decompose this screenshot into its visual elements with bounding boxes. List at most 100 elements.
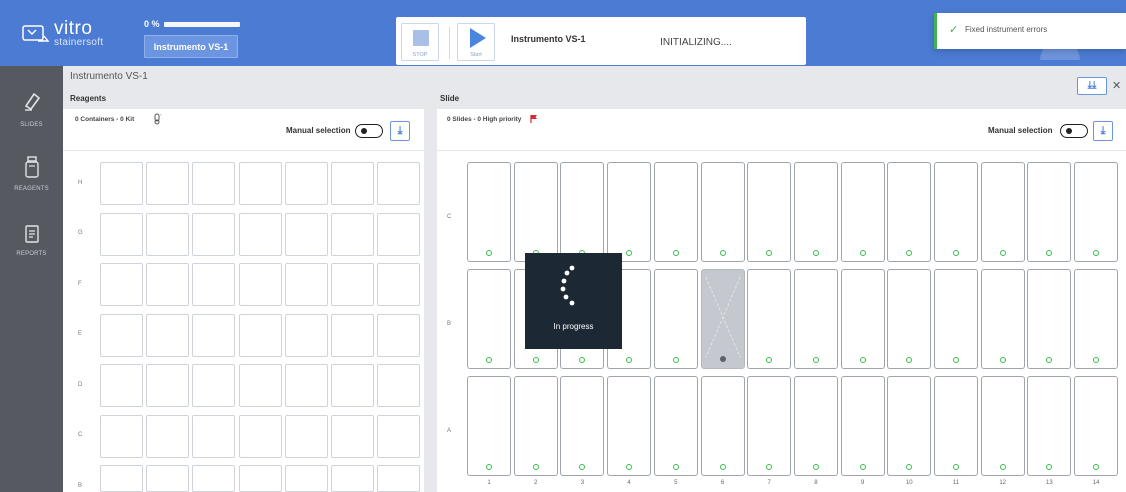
slides-download-button[interactable]: ⤓	[1093, 121, 1113, 141]
reagent-slot[interactable]	[377, 212, 421, 256]
reagent-slot[interactable]	[331, 212, 374, 256]
slides-manual-selection-toggle[interactable]	[1060, 124, 1088, 138]
slide-slot[interactable]	[560, 162, 605, 262]
slide-slot[interactable]	[840, 269, 885, 369]
slide-slot[interactable]	[700, 376, 745, 476]
slide-slot[interactable]	[653, 162, 698, 262]
reagent-slot[interactable]	[377, 162, 421, 205]
reagent-slot[interactable]	[377, 364, 421, 407]
reagent-slot[interactable]	[146, 465, 190, 492]
reagent-slot[interactable]	[100, 263, 143, 306]
slide-slot[interactable]	[934, 376, 978, 476]
slide-slot-disabled[interactable]	[700, 269, 745, 369]
reagent-slot[interactable]	[284, 414, 328, 458]
reagent-slot[interactable]	[331, 364, 374, 407]
slide-slot[interactable]	[887, 376, 932, 476]
reagent-slot[interactable]	[377, 263, 421, 306]
reagent-slot[interactable]	[192, 313, 236, 357]
reagent-slot[interactable]	[238, 465, 282, 492]
reagent-slot[interactable]	[238, 162, 282, 205]
slide-slot[interactable]	[1027, 269, 1072, 369]
reagent-slot[interactable]	[331, 162, 374, 205]
slide-slot[interactable]	[467, 162, 511, 262]
reagent-slot[interactable]	[238, 212, 282, 256]
reagent-slot[interactable]	[146, 212, 190, 256]
slide-slot[interactable]	[1074, 162, 1119, 262]
reagent-slot[interactable]	[331, 414, 374, 458]
slide-slot[interactable]	[467, 376, 511, 476]
slide-slot[interactable]	[700, 162, 745, 262]
slide-slot[interactable]	[747, 269, 792, 369]
start-button[interactable]: Start	[457, 23, 495, 61]
reagent-slot[interactable]	[192, 364, 236, 407]
reagent-slot[interactable]	[284, 364, 328, 407]
reagent-slot[interactable]	[377, 465, 421, 492]
reagent-slot[interactable]	[146, 162, 190, 205]
reagent-slot[interactable]	[146, 364, 190, 407]
slide-slot[interactable]	[513, 162, 558, 262]
reagent-slot[interactable]	[146, 263, 190, 306]
slide-slot[interactable]	[934, 269, 978, 369]
slide-slot[interactable]	[793, 376, 838, 476]
sidebar-item-reports[interactable]: REPORTS	[0, 224, 63, 284]
slide-slot[interactable]	[1074, 269, 1119, 369]
close-icon[interactable]: ✕	[1112, 77, 1126, 95]
reagent-slot[interactable]	[331, 465, 374, 492]
slide-slot[interactable]	[934, 162, 978, 262]
slide-slot[interactable]	[980, 269, 1025, 369]
slide-slot[interactable]	[1074, 376, 1119, 476]
stop-button[interactable]: STOP	[401, 23, 439, 61]
reagents-manual-selection-toggle[interactable]	[355, 124, 383, 138]
slide-slot[interactable]	[653, 376, 698, 476]
reagent-slot[interactable]	[146, 414, 190, 458]
slide-slot[interactable]	[840, 376, 885, 476]
reagent-slot[interactable]	[284, 162, 328, 205]
reagent-slot[interactable]	[192, 465, 236, 492]
reagent-slot[interactable]	[192, 162, 236, 205]
reagent-slot[interactable]	[284, 212, 328, 256]
reagent-slot[interactable]	[100, 364, 143, 407]
reagent-slot[interactable]	[238, 313, 282, 357]
reagent-slot[interactable]	[100, 414, 143, 458]
reagent-slot[interactable]	[100, 465, 143, 492]
reagent-slot[interactable]	[331, 263, 374, 306]
sidebar-item-reagents[interactable]: REAGENTS	[0, 156, 63, 216]
reagent-slot[interactable]	[146, 313, 190, 357]
reagent-slot[interactable]	[100, 313, 143, 357]
reagent-slot[interactable]	[284, 465, 328, 492]
slide-slot[interactable]	[980, 376, 1025, 476]
reagent-slot[interactable]	[238, 263, 282, 306]
slide-slot[interactable]	[560, 376, 605, 476]
instrument-select-button[interactable]: Instrumento VS-1	[144, 35, 238, 58]
reagent-slot[interactable]	[238, 364, 282, 407]
slide-slot[interactable]	[980, 162, 1025, 262]
slide-slot[interactable]	[793, 162, 838, 262]
reagent-slot[interactable]	[192, 414, 236, 458]
slide-slot[interactable]	[1027, 162, 1072, 262]
reagent-slot[interactable]	[284, 313, 328, 357]
slide-slot[interactable]	[747, 162, 792, 262]
slide-slot[interactable]	[607, 162, 652, 262]
slide-slot[interactable]	[887, 269, 932, 369]
notification-toast[interactable]: ✓ Fixed instrument errors	[934, 13, 1126, 49]
reagent-slot[interactable]	[331, 313, 374, 357]
reagent-slot[interactable]	[100, 212, 143, 256]
sidebar-item-slides[interactable]: SLIDES	[0, 90, 63, 150]
reagent-slot[interactable]	[238, 414, 282, 458]
slide-slot[interactable]	[747, 376, 792, 476]
reagent-slot[interactable]	[192, 263, 236, 306]
reagent-slot[interactable]	[192, 212, 236, 256]
reagents-download-button[interactable]: ⤓	[390, 121, 410, 141]
slide-slot[interactable]	[513, 376, 558, 476]
reagent-slot[interactable]	[100, 162, 143, 205]
slide-slot[interactable]	[467, 269, 511, 369]
slide-slot[interactable]	[607, 376, 652, 476]
collapse-all-button[interactable]: ⤓⤓	[1077, 77, 1107, 95]
slide-slot[interactable]	[1027, 376, 1072, 476]
slide-slot[interactable]	[653, 269, 698, 369]
slide-slot[interactable]	[840, 162, 885, 262]
reagent-slot[interactable]	[377, 313, 421, 357]
slide-slot[interactable]	[887, 162, 932, 262]
slide-slot[interactable]	[793, 269, 838, 369]
reagent-slot[interactable]	[284, 263, 328, 306]
